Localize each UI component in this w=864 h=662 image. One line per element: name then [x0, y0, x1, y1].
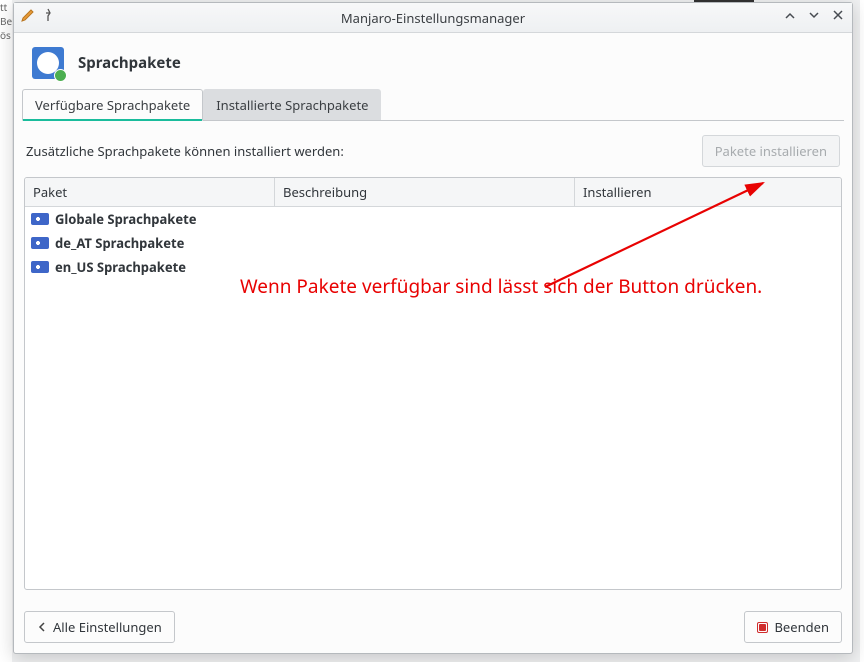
page-title: Sprachpakete — [78, 53, 181, 73]
chevron-left-icon — [37, 622, 47, 632]
tab-content: Zusätzliche Sprachpakete können installi… — [14, 121, 852, 600]
all-settings-label: Alle Einstellungen — [53, 618, 162, 636]
table-header: Paket Beschreibung Installieren — [25, 178, 841, 207]
col-description[interactable]: Beschreibung — [275, 178, 575, 206]
app-pencil-icon — [20, 7, 36, 23]
flag-icon — [31, 237, 49, 249]
quit-label: Beenden — [774, 618, 829, 636]
install-packages-button[interactable]: Pakete installieren — [702, 135, 840, 167]
row-label: en_US Sprachpakete — [55, 258, 186, 276]
page-header: Sprachpakete — [14, 33, 852, 89]
row-label: de_AT Sprachpakete — [55, 234, 184, 252]
table-row[interactable]: de_AT Sprachpakete — [25, 231, 841, 255]
tab-available[interactable]: Verfügbare Sprachpakete — [22, 89, 203, 121]
row-label: Globale Sprachpakete — [55, 210, 197, 228]
footer-bar: Alle Einstellungen Beenden — [14, 600, 852, 653]
annotation-text: Wenn Pakete verfügbar sind lässt sich de… — [240, 273, 762, 299]
stop-icon — [757, 622, 768, 633]
bg-right-fragment — [860, 0, 864, 662]
info-text: Zusätzliche Sprachpakete können installi… — [26, 142, 344, 160]
all-settings-button[interactable]: Alle Einstellungen — [24, 611, 175, 643]
close-button[interactable] — [830, 7, 846, 23]
quit-button[interactable]: Beenden — [744, 611, 842, 643]
tab-installed[interactable]: Installierte Sprachpakete — [203, 89, 381, 120]
minimize-button[interactable] — [782, 7, 798, 23]
flag-icon — [31, 261, 49, 273]
packages-table: Paket Beschreibung Installieren Globale … — [24, 177, 842, 590]
flag-icon — [31, 213, 49, 225]
language-packs-icon — [32, 47, 64, 79]
col-package[interactable]: Paket — [25, 178, 275, 206]
window-title: Manjaro-Einstellungsmanager — [341, 9, 525, 27]
bg-left-fragment: ttBeös — [0, 0, 12, 662]
titlebar[interactable]: Manjaro-Einstellungsmanager — [14, 3, 852, 33]
pin-icon[interactable] — [40, 7, 56, 23]
col-install[interactable]: Installieren — [575, 178, 841, 206]
table-body: Globale Sprachpakete de_AT Sprachpakete … — [25, 207, 841, 589]
maximize-button[interactable] — [806, 7, 822, 23]
settings-window: Manjaro-Einstellungsmanager Sprachpakete… — [13, 2, 853, 654]
table-row[interactable]: Globale Sprachpakete — [25, 207, 841, 231]
tab-bar: Verfügbare Sprachpakete Installierte Spr… — [22, 89, 844, 121]
